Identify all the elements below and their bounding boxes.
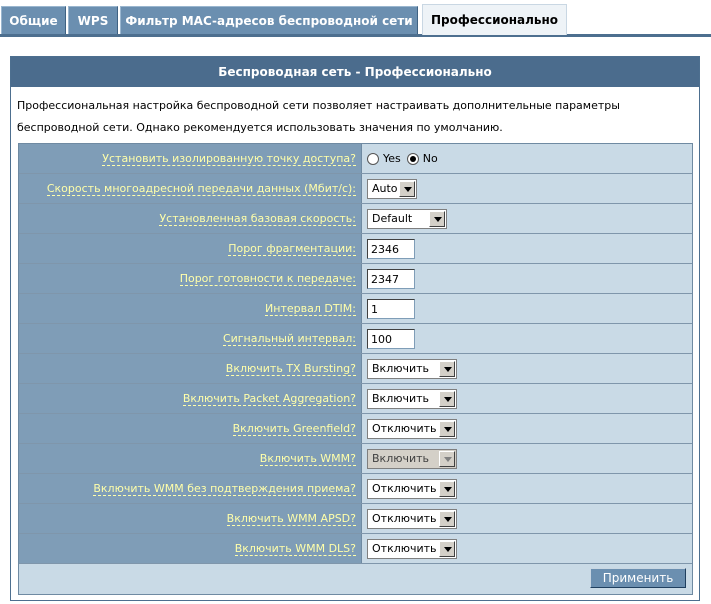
row-tx-bursting: Включить TX Bursting? Включить bbox=[19, 354, 692, 384]
wmm-label[interactable]: Включить WMM? bbox=[259, 452, 356, 466]
tab-wps[interactable]: WPS bbox=[68, 6, 118, 34]
radio-icon[interactable] bbox=[367, 152, 379, 165]
packet-aggregation-label[interactable]: Включить Packet Aggregation? bbox=[182, 392, 356, 406]
greenfield-select[interactable]: Отключить bbox=[367, 418, 457, 439]
table-footer: Применить bbox=[19, 564, 692, 594]
radio-no-label: No bbox=[422, 152, 438, 165]
wmm-dls-value: Отключить bbox=[372, 541, 437, 555]
basic-rate-label[interactable]: Установленная базовая скорость: bbox=[159, 212, 356, 226]
isolated-ap-yes-radio[interactable]: Yes bbox=[367, 152, 401, 165]
frag-threshold-input[interactable]: 2346 bbox=[367, 238, 415, 259]
radio-yes-label: Yes bbox=[383, 152, 401, 165]
chevron-down-icon[interactable] bbox=[439, 420, 455, 437]
apply-button[interactable]: Применить bbox=[590, 568, 686, 588]
chevron-down-icon[interactable] bbox=[439, 510, 455, 527]
row-wmm-noack: Включить WMM без подтверждения приема? О… bbox=[19, 474, 692, 504]
row-packet-aggregation: Включить Packet Aggregation? Включить bbox=[19, 384, 692, 414]
packet-aggregation-select[interactable]: Включить bbox=[367, 388, 457, 409]
chevron-down-icon[interactable] bbox=[399, 180, 415, 197]
chevron-down-icon[interactable] bbox=[439, 540, 455, 557]
wmm-apsd-value: Отключить bbox=[372, 511, 437, 525]
tx-bursting-value: Включить bbox=[372, 361, 430, 375]
multicast-rate-label[interactable]: Скорость многоадресной передачи данных (… bbox=[46, 182, 356, 196]
packet-aggregation-value: Включить bbox=[372, 391, 430, 405]
isolated-ap-label[interactable]: Установить изолированную точку доступа? bbox=[102, 152, 356, 166]
wmm-noack-label[interactable]: Включить WMM без подтверждения приема? bbox=[93, 482, 356, 496]
multicast-rate-value: Auto bbox=[372, 181, 398, 195]
row-wmm-apsd: Включить WMM APSD? Отключить bbox=[19, 504, 692, 534]
chevron-down-icon[interactable] bbox=[439, 390, 455, 407]
dtim-input[interactable]: 1 bbox=[367, 298, 415, 319]
row-greenfield: Включить Greenfield? Отключить bbox=[19, 414, 692, 444]
row-beacon-interval: Сигнальный интервал: 100 bbox=[19, 324, 692, 354]
beacon-interval-input[interactable]: 100 bbox=[367, 328, 415, 349]
panel-title: Беспроводная сеть - Профессионально bbox=[11, 57, 699, 87]
basic-rate-select[interactable]: Default bbox=[367, 208, 447, 229]
wmm-noack-value: Отключить bbox=[372, 481, 437, 495]
chevron-down-icon[interactable] bbox=[429, 210, 445, 227]
panel-description: Профессиональная настройка беспроводной … bbox=[17, 99, 620, 134]
tab-mac-filter[interactable]: Фильтр MAC-адресов беспроводной сети bbox=[120, 6, 418, 34]
wmm-value: Включить bbox=[372, 451, 430, 465]
row-isolated-ap: Установить изолированную точку доступа? … bbox=[19, 144, 692, 174]
settings-table: Установить изолированную точку доступа? … bbox=[18, 143, 693, 595]
wmm-apsd-label[interactable]: Включить WMM APSD? bbox=[226, 512, 356, 526]
radio-checked-icon[interactable] bbox=[406, 152, 419, 165]
settings-panel: Беспроводная сеть - Профессионально Проф… bbox=[10, 56, 700, 601]
tab-general[interactable]: Общие bbox=[1, 6, 66, 34]
tx-bursting-select[interactable]: Включить bbox=[367, 358, 457, 379]
multicast-rate-select[interactable]: Auto bbox=[367, 178, 417, 199]
greenfield-label[interactable]: Включить Greenfield? bbox=[232, 422, 356, 436]
dtim-label[interactable]: Интервал DTIM: bbox=[265, 302, 356, 316]
tab-bar: Общие WPS Фильтр MAC-адресов беспроводно… bbox=[0, 0, 711, 37]
greenfield-value: Отключить bbox=[372, 421, 437, 435]
rts-threshold-input[interactable]: 2347 bbox=[367, 268, 415, 289]
wmm-apsd-select[interactable]: Отключить bbox=[367, 508, 457, 529]
row-wmm-dls: Включить WMM DLS? Отключить bbox=[19, 534, 692, 564]
rts-threshold-label[interactable]: Порог готовности к передаче: bbox=[179, 272, 356, 286]
wmm-select: Включить bbox=[367, 448, 457, 469]
basic-rate-value: Default bbox=[372, 211, 413, 225]
chevron-down-icon[interactable] bbox=[439, 360, 455, 377]
beacon-interval-label[interactable]: Сигнальный интервал: bbox=[222, 332, 356, 346]
frag-threshold-label[interactable]: Порог фрагментации: bbox=[228, 242, 356, 256]
tx-bursting-label[interactable]: Включить TX Bursting? bbox=[225, 362, 356, 376]
row-multicast-rate: Скорость многоадресной передачи данных (… bbox=[19, 174, 692, 204]
chevron-down-icon bbox=[439, 450, 455, 467]
row-basic-rate: Установленная базовая скорость: Default bbox=[19, 204, 692, 234]
row-dtim: Интервал DTIM: 1 bbox=[19, 294, 692, 324]
row-rts-threshold: Порог готовности к передаче: 2347 bbox=[19, 264, 692, 294]
row-wmm: Включить WMM? Включить bbox=[19, 444, 692, 474]
isolated-ap-no-radio[interactable]: No bbox=[406, 152, 438, 165]
wmm-dls-label[interactable]: Включить WMM DLS? bbox=[234, 542, 356, 556]
row-frag-threshold: Порог фрагментации: 2346 bbox=[19, 234, 692, 264]
chevron-down-icon[interactable] bbox=[439, 480, 455, 497]
wmm-dls-select[interactable]: Отключить bbox=[367, 538, 457, 559]
tab-professional[interactable]: Профессионально bbox=[422, 4, 567, 35]
wmm-noack-select[interactable]: Отключить bbox=[367, 478, 457, 499]
